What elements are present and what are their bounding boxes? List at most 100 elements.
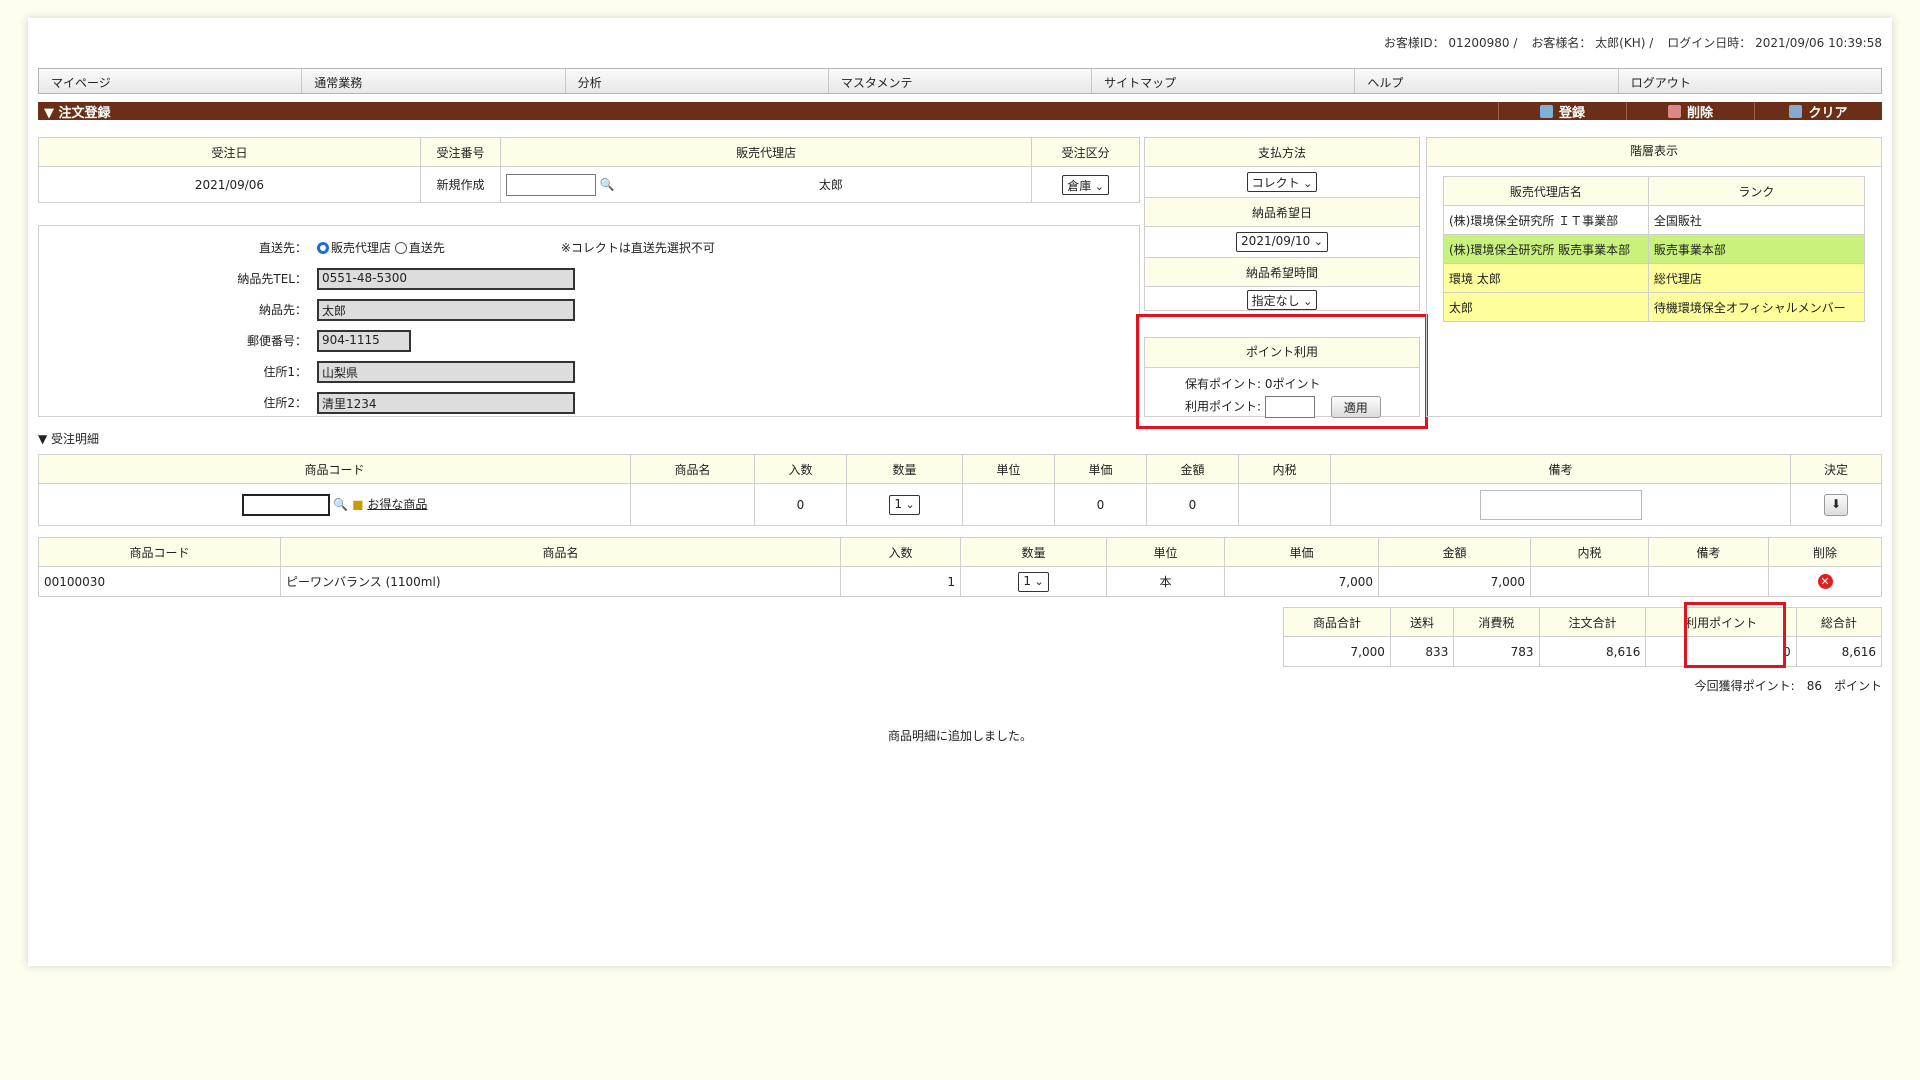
nav-logout[interactable]: ログアウト [1619,69,1881,93]
col-tax: 内税 [1530,537,1649,567]
product-code-input[interactable] [241,493,330,516]
order-total-header: 注文合計 [1538,607,1647,637]
col-rank: ランク [1647,176,1866,206]
delete-line-icon[interactable]: ✕ [1817,574,1833,589]
col-price: 単価 [1224,537,1379,567]
order-header-table: 受注日 受注番号 販売代理店 受注区分 2021/09/06 新規作成 🔍 太郎 倉庫 [38,137,1140,203]
shipping: 833 [1389,636,1455,667]
to-field[interactable]: 太郎 [317,298,575,321]
col-note: 備考 [1648,537,1769,567]
zip-label: 郵便番号： [246,334,307,348]
table-row: 00100030ピーワンバランス (1100ml)11本7,0007,000✕ [38,566,1882,597]
payment-method-select[interactable]: コレクト [1246,172,1318,192]
page-container: お客様ID： 01200980 / お客様名： 太郎(KH) / ログイン日時： 2… [28,18,1892,966]
line-code: 00100030 [38,566,281,597]
delete-icon [1667,104,1681,118]
entry-price: 0 [1054,483,1147,526]
col-decide: 決定 [1790,454,1882,484]
col-price: 単価 [1054,454,1147,484]
hierarchy-rank: 総代理店 [1647,263,1866,293]
line-amount: 7,000 [1378,566,1531,597]
col-agent: 販売代理店 [499,137,1033,167]
line-unit: 本 [1106,566,1225,597]
delivery-time-select[interactable]: 指定なし [1246,289,1318,310]
entry-per: 0 [754,483,847,526]
col-name: 商品名 [280,537,841,567]
col-code: 商品コード [38,537,281,567]
collect-note: ※コレクトは直送先選択不可 [560,241,715,255]
delete-button[interactable]: 削除 [1626,102,1754,121]
hierarchy-name: 環境 太郎 [1443,263,1649,293]
col-per: 入数 [840,537,961,567]
addr1-field[interactable]: 山梨県 [317,360,575,383]
grand-total: 8,616 [1795,636,1883,667]
delivery-date-header: 納品希望日 [1144,197,1420,227]
tel-label: 納品先TEL： [237,272,307,286]
hierarchy-header: 階層表示 [1427,138,1881,167]
radio-agent-label: 販売代理店 [331,241,392,255]
col-name: 商品名 [630,454,755,484]
deals-link[interactable]: お得な商品 [367,497,427,511]
order-kind-select[interactable]: 倉庫 [1062,174,1110,195]
points-used-highlight [1684,602,1786,668]
grand-total-header: 総合計 [1795,607,1883,637]
tel-field[interactable]: 0551-48-5300 [317,267,575,290]
box-icon: ■ [352,497,364,511]
nav-sitemap[interactable]: サイトマップ [1092,69,1356,93]
line-price: 7,000 [1224,566,1379,597]
detail-section-title[interactable]: ▼ 受注明細 [38,430,99,447]
zip-field[interactable]: 904-1115 [317,329,411,352]
total-goods-header: 商品合計 [1283,607,1391,637]
agent-search-input[interactable] [506,173,596,196]
shipping-header: 送料 [1389,607,1455,637]
col-unit: 単位 [962,454,1055,484]
entry-qty-select[interactable]: 1 [889,494,920,515]
nav-analysis[interactable]: 分析 [566,69,829,93]
addr2-field[interactable]: 清里1234 [317,391,575,414]
note-textarea[interactable] [1479,489,1642,520]
order-date: 2021/09/06 [38,166,421,203]
radio-direct-label: 直送先 [408,241,445,255]
nav-operations[interactable]: 通常業務 [302,69,566,93]
hierarchy-table: 販売代理店名 ランク (株)環境保全研究所 ＩＴ事業部 全国販社 (株)環境保全研究… [1443,176,1866,322]
points-highlight [1136,314,1428,429]
broom-icon [1789,104,1803,118]
col-order-date: 受注日 [38,137,421,167]
nav-mypage[interactable]: マイページ [39,69,303,93]
customer-name: お客様名： 太郎(KH) / [1531,36,1654,50]
col-per: 入数 [754,454,847,484]
nav-master[interactable]: マスタメンテ [829,69,1093,93]
to-label: 納品先： [258,303,307,317]
hierarchy-rank: 販売事業本部 [1647,234,1866,264]
lines-table: 商品コード 商品名 入数 数量 単位 単価 金額 内税 備考 削除 00100030 ピーワンバラン… [38,537,1882,597]
register-button[interactable]: 登録 [1498,102,1626,121]
search-icon[interactable]: 🔍 [333,497,348,511]
hierarchy-name: 太郎 [1443,292,1649,322]
shipping-box: 直送先： 販売代理店 直送先 ※コレクトは直送先選択不可 納品先TEL： 0551-4… [38,225,1140,417]
earned-points: 今回獲得ポイント: 86 ポイント [1694,679,1882,693]
nav-help[interactable]: ヘルプ [1355,69,1619,93]
clear-button[interactable]: クリア [1754,102,1882,121]
col-order-no: 受注番号 [420,137,501,167]
line-name: ピーワンバランス (1100ml) [280,566,841,597]
hierarchy-name: (株)環境保全研究所 販売事業本部 [1443,234,1649,264]
addr1-label: 住所1： [263,365,307,379]
radio-agent[interactable] [317,241,329,254]
entry-amount: 0 [1146,483,1239,526]
totals-table: 商品合計 送料 消費税 注文合計 利用ポイント 総合計 7,000 833 783 8,616 0… [1283,607,1883,667]
payment-table: 支払方法 コレクト 納品希望日 2021/09/10 納品希望時間 指定なし [1144,137,1420,311]
line-qty-select[interactable]: 1 [1018,571,1049,592]
status-message: 商品明細に追加しました。 [887,729,1032,743]
col-amount: 金額 [1146,454,1239,484]
entry-table: 商品コード商品名入数数量単位単価金額内税備考決定 🔍 ■ お得な商品0100⬇ [38,454,1882,526]
col-code: 商品コード [38,454,631,484]
col-unit: 単位 [1106,537,1225,567]
decide-down-arrow-icon[interactable]: ⬇ [1823,493,1849,516]
agent-name: 太郎 [630,166,1033,203]
hierarchy-rank: 全国販社 [1647,205,1866,235]
delivery-date-select[interactable]: 2021/09/10 [1236,232,1328,252]
total-goods: 7,000 [1283,636,1391,667]
radio-direct[interactable] [394,241,407,254]
search-icon[interactable]: 🔍 [600,177,615,191]
register-icon [1539,104,1553,118]
